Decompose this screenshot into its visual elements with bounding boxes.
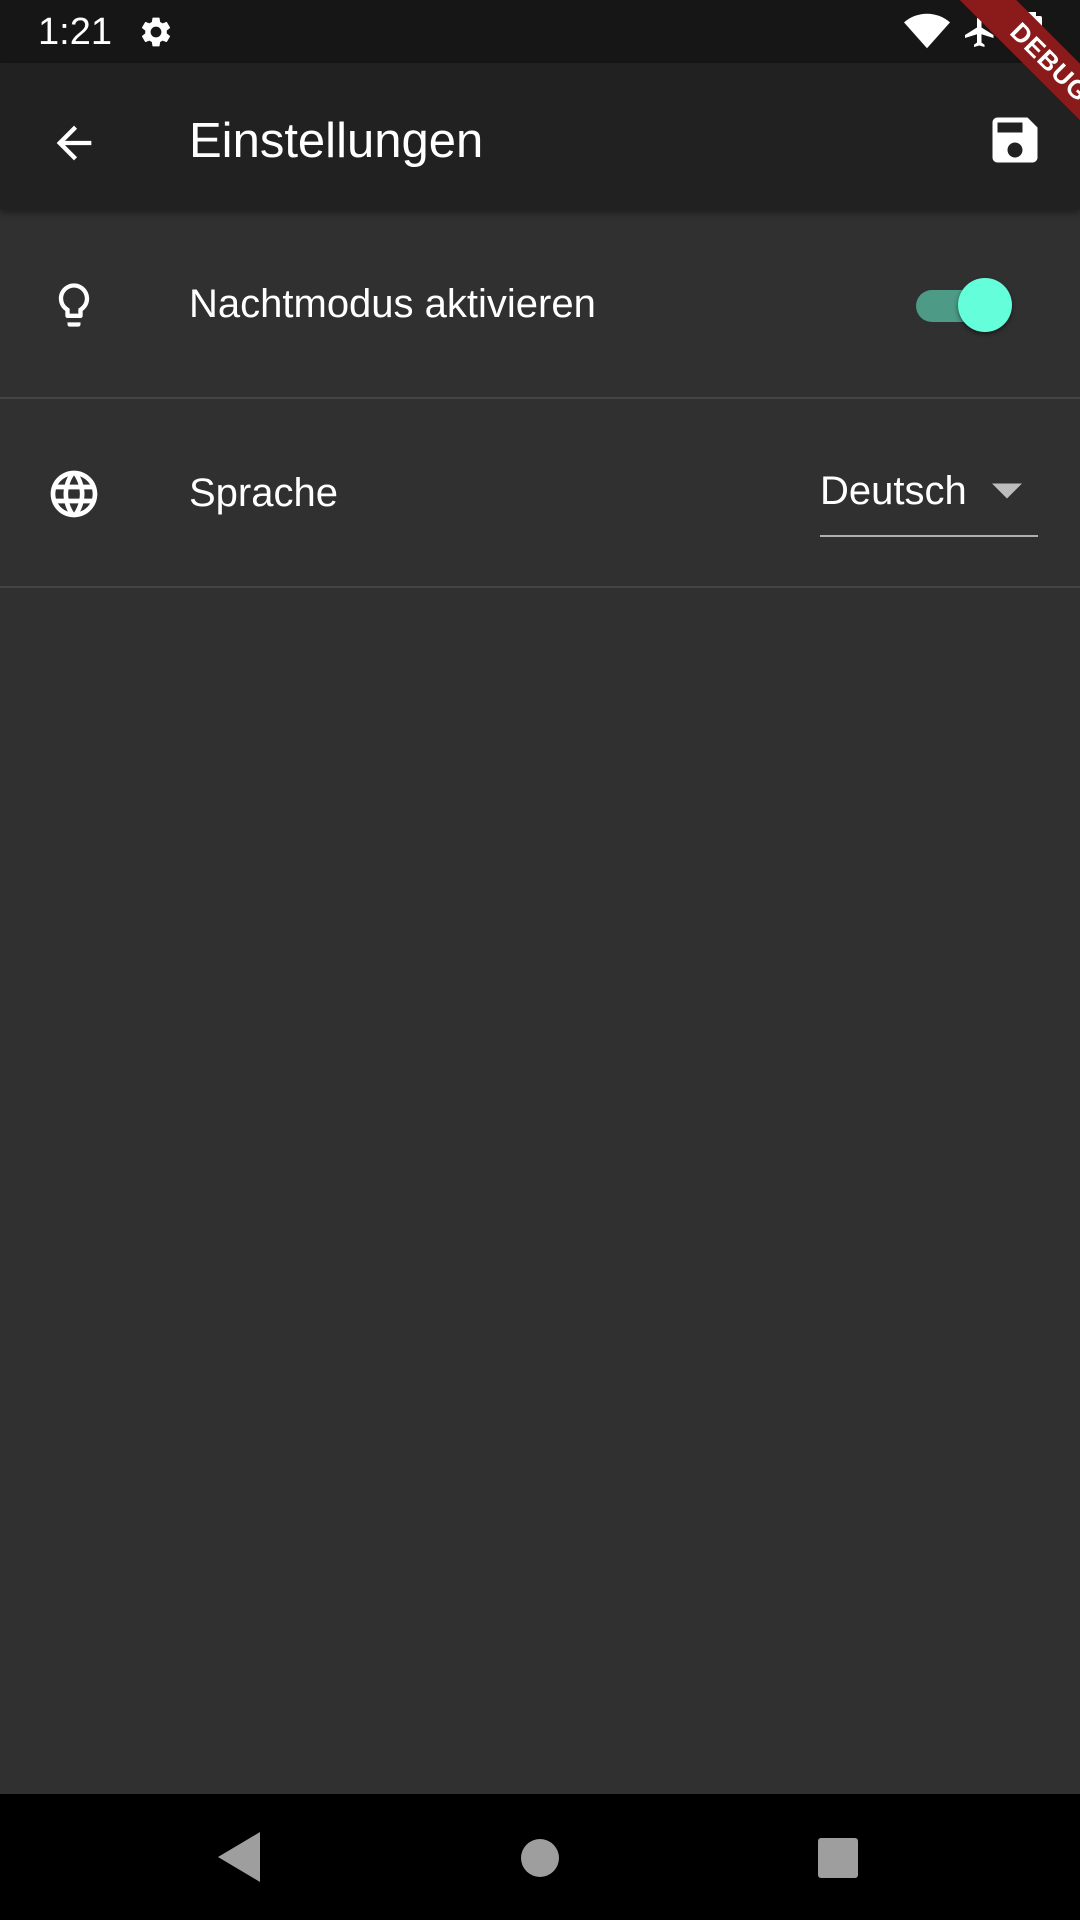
settings-screen: 1:21 Einstellungen DEBUG Nachtmodus akti… <box>0 0 1080 1920</box>
setting-language: Sprache Deutsch <box>0 399 1080 588</box>
back-button[interactable] <box>34 103 114 183</box>
status-bar: 1:21 <box>0 0 1080 63</box>
save-button[interactable] <box>980 105 1050 175</box>
lightbulb-icon <box>44 275 104 335</box>
nav-back-icon[interactable] <box>218 1832 260 1882</box>
setting-night-mode[interactable]: Nachtmodus aktivieren <box>0 210 1080 399</box>
arrow-back-icon <box>56 125 92 161</box>
app-bar: Einstellungen <box>0 63 1080 210</box>
system-nav-bar <box>0 1794 1080 1920</box>
language-label: Sprache <box>189 471 338 515</box>
dropdown-arrow-icon <box>992 483 1022 499</box>
night-mode-label: Nachtmodus aktivieren <box>189 282 596 326</box>
language-dropdown[interactable]: Deutsch <box>820 451 1038 537</box>
night-mode-toggle[interactable] <box>916 278 1016 334</box>
settings-list: Nachtmodus aktivieren Sprache Deutsch <box>0 210 1080 588</box>
nav-home-icon[interactable] <box>521 1839 559 1877</box>
status-time: 1:21 <box>38 11 112 53</box>
save-icon <box>992 117 1038 163</box>
globe-icon <box>44 464 104 524</box>
wifi-icon <box>904 13 950 49</box>
nav-recents-icon[interactable] <box>818 1838 858 1878</box>
toggle-thumb <box>958 278 1012 332</box>
page-title: Einstellungen <box>189 114 484 168</box>
language-selected-value: Deutsch <box>820 469 967 513</box>
gear-icon <box>141 17 171 47</box>
